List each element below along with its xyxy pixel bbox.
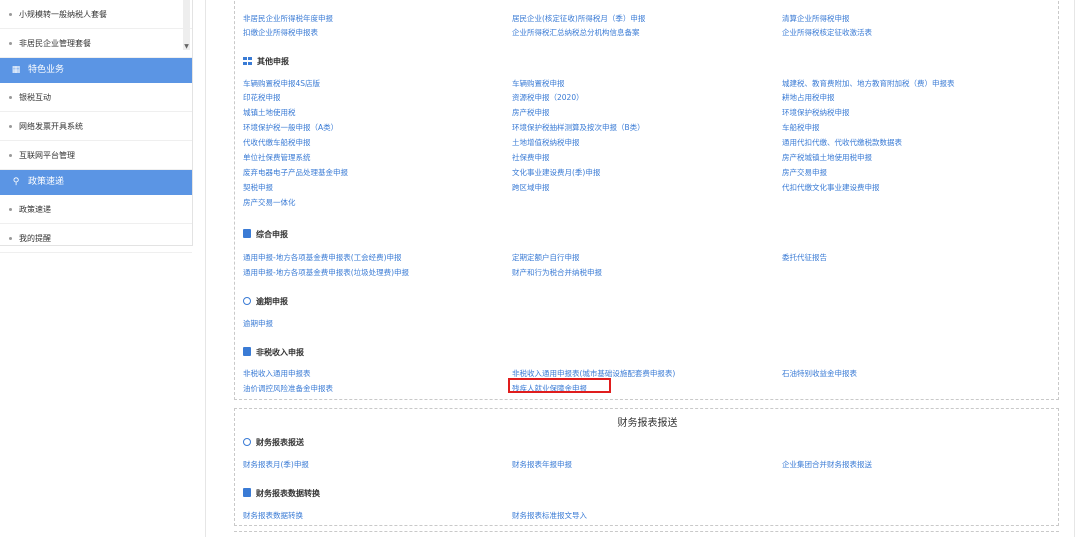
link-item[interactable]: 逾期申报 xyxy=(243,318,273,329)
link-item[interactable]: 车辆购置税申报 xyxy=(512,78,565,89)
link-item[interactable]: 定期定额户自行申报 xyxy=(512,252,580,263)
category-title: 财务报表数据转换 xyxy=(256,489,320,498)
declaration-box: 非居民企业所得税年度申报 居民企业(核定征收)所得税月（季）申报 清算企业所得税… xyxy=(234,0,1059,400)
bullet-icon xyxy=(9,96,12,99)
link-item[interactable]: 土地增值税纳税申报 xyxy=(512,137,580,148)
link-item[interactable]: 耕地占用税申报 xyxy=(782,92,835,103)
category-title: 非税收入申报 xyxy=(256,348,304,357)
document-icon xyxy=(243,347,251,356)
link-item[interactable]: 通用申报-地方各项基金费申报表(垃圾处理费)申报 xyxy=(243,267,409,278)
link-item[interactable]: 房产交易申报 xyxy=(782,167,827,178)
link-item[interactable]: 石油特别收益金申报表 xyxy=(782,368,857,379)
link-item[interactable]: 车船税申报 xyxy=(782,122,820,133)
document-icon xyxy=(243,488,251,497)
bullet-icon xyxy=(9,13,12,16)
link-item[interactable]: 资源税申报（2020） xyxy=(512,92,584,103)
sidebar-item-nonresident[interactable]: 非居民企业管理套餐 xyxy=(0,29,192,58)
link-item[interactable]: 文化事业建设费月(季)申报 xyxy=(512,167,600,178)
user-icon: ⚲ xyxy=(12,177,20,187)
category-title: 综合申报 xyxy=(256,230,288,239)
link-item[interactable]: 废弃电器电子产品处理基金申报 xyxy=(243,167,348,178)
category-title: 财务报表报送 xyxy=(256,438,304,447)
category-heading: 综合申报 xyxy=(243,229,288,240)
link-item[interactable]: 房产税申报 xyxy=(512,107,550,118)
grid-icon xyxy=(243,57,252,65)
sidebar-item-label: 小规模转一般纳税人套餐 xyxy=(19,10,107,19)
sidebar-item-label: 网络发票开具系统 xyxy=(19,122,83,131)
clock-icon xyxy=(243,297,251,305)
link-item[interactable]: 财务报表标准报文导入 xyxy=(512,510,587,521)
circle-icon xyxy=(243,438,251,446)
link-item[interactable]: 城建税、教育费附加、地方教育附加税（费）申报表 xyxy=(782,78,955,89)
link-item[interactable]: 社保费申报 xyxy=(512,152,550,163)
next-box-edge xyxy=(234,531,1059,532)
sidebar-item-label: 政策速递 xyxy=(19,205,51,214)
link-item[interactable]: 企业所得税汇总纳税总分机构信息备案 xyxy=(512,27,640,38)
link-item[interactable]: 通用代扣代缴、代收代缴税款数据表 xyxy=(782,137,902,148)
category-heading: 非税收入申报 xyxy=(243,347,304,358)
sidebar-item-label: 非居民企业管理套餐 xyxy=(19,39,91,48)
highlight-box xyxy=(508,378,611,393)
category-heading: 逾期申报 xyxy=(243,296,288,307)
link-item[interactable]: 印花税申报 xyxy=(243,92,281,103)
document-icon xyxy=(243,229,251,238)
link-item[interactable]: 非居民企业所得税年度申报 xyxy=(243,13,333,24)
link-item[interactable]: 油价调控风险准备金申报表 xyxy=(243,383,333,394)
category-heading: 财务报表数据转换 xyxy=(243,488,320,499)
link-item[interactable]: 跨区域申报 xyxy=(512,182,550,193)
sidebar-item-label: 互联网平台管理 xyxy=(19,151,75,160)
sidebar-item-label: 我的提醒 xyxy=(19,234,51,243)
sidebar-group-policy[interactable]: ⚲ 政策速递 xyxy=(0,170,192,195)
link-item[interactable]: 财产和行为税合并纳税申报 xyxy=(512,267,602,278)
sidebar-group-label: 政策速递 xyxy=(28,177,65,187)
link-item[interactable]: 房产交易一体化 xyxy=(243,197,296,208)
sidebar-item-platform-mgmt[interactable]: 互联网平台管理 xyxy=(0,141,192,170)
link-item[interactable]: 清算企业所得税申报 xyxy=(782,13,850,24)
sidebar: 小规模转一般纳税人套餐 非居民企业管理套餐 ▦ 特色业务 银税互动 网络发票开具系… xyxy=(0,0,193,253)
grid-icon: ▦ xyxy=(11,65,21,75)
bullet-icon xyxy=(9,125,12,128)
bullet-icon xyxy=(9,42,12,45)
link-item[interactable]: 契税申报 xyxy=(243,182,273,193)
link-item[interactable]: 代收代缴车船税申报 xyxy=(243,137,311,148)
bullet-icon xyxy=(9,208,12,211)
link-item[interactable]: 代扣代缴文化事业建设费申报 xyxy=(782,182,880,193)
link-item[interactable]: 委托代征报告 xyxy=(782,252,827,263)
scroll-down-icon[interactable]: ▼ xyxy=(183,43,190,50)
link-item[interactable]: 扣缴企业所得税申报表 xyxy=(243,27,318,38)
link-item[interactable]: 房产税城镇土地使用税申报 xyxy=(782,152,872,163)
bullet-icon xyxy=(9,237,12,240)
sidebar-item-small-scale[interactable]: 小规模转一般纳税人套餐 xyxy=(0,0,192,29)
category-title: 逾期申报 xyxy=(256,297,288,306)
link-item[interactable]: 企业所得税核定征收激活表 xyxy=(782,27,872,38)
link-item[interactable]: 财务报表数据转换 xyxy=(243,510,303,521)
link-item[interactable]: 居民企业(核定征收)所得税月（季）申报 xyxy=(512,13,645,24)
sidebar-group-special-business[interactable]: ▦ 特色业务 xyxy=(0,58,192,83)
section-title: 财务报表报送 xyxy=(617,418,678,429)
main-panel: 非居民企业所得税年度申报 居民企业(核定征收)所得税月（季）申报 清算企业所得税… xyxy=(205,0,1075,537)
sidebar-item-label: 银税互动 xyxy=(19,93,51,102)
sidebar-item-reminders[interactable]: 我的提醒 xyxy=(0,224,192,253)
sidebar-group-label: 特色业务 xyxy=(28,65,65,75)
link-item[interactable]: 单位社保费管理系统 xyxy=(243,152,311,163)
link-item[interactable]: 环境保护税抽样测算及按次申报（B类） xyxy=(512,122,645,133)
link-item[interactable]: 非税收入通用申报表 xyxy=(243,368,311,379)
link-item[interactable]: 企业集团合并财务报表报送 xyxy=(782,459,872,470)
link-item[interactable]: 财务报表月(季)申报 xyxy=(243,459,309,470)
sidebar-item-invoice-system[interactable]: 网络发票开具系统 xyxy=(0,112,192,141)
sidebar-item-policy[interactable]: 政策速递 xyxy=(0,195,192,224)
financial-report-box: 财务报表报送 财务报表报送 财务报表月(季)申报 财务报表年报申报 企业集团合并… xyxy=(234,408,1059,526)
category-title: 其他申报 xyxy=(257,57,289,66)
link-item[interactable]: 通用申报-地方各项基金费申报表(工会经费)申报 xyxy=(243,252,402,263)
sidebar-item-bank-tax[interactable]: 银税互动 xyxy=(0,83,192,112)
category-heading: 其他申报 xyxy=(243,56,289,67)
link-item[interactable]: 财务报表年报申报 xyxy=(512,459,572,470)
link-item[interactable]: 环境保护税一般申报（A类） xyxy=(243,122,338,133)
bullet-icon xyxy=(9,154,12,157)
link-item[interactable]: 车辆购置税申报4S店版 xyxy=(243,78,320,89)
link-item[interactable]: 环境保护税纳税申报 xyxy=(782,107,850,118)
category-heading: 财务报表报送 xyxy=(243,437,304,448)
page: 小规模转一般纳税人套餐 非居民企业管理套餐 ▦ 特色业务 银税互动 网络发票开具系… xyxy=(0,0,1080,537)
link-item[interactable]: 城镇土地使用税 xyxy=(243,107,296,118)
